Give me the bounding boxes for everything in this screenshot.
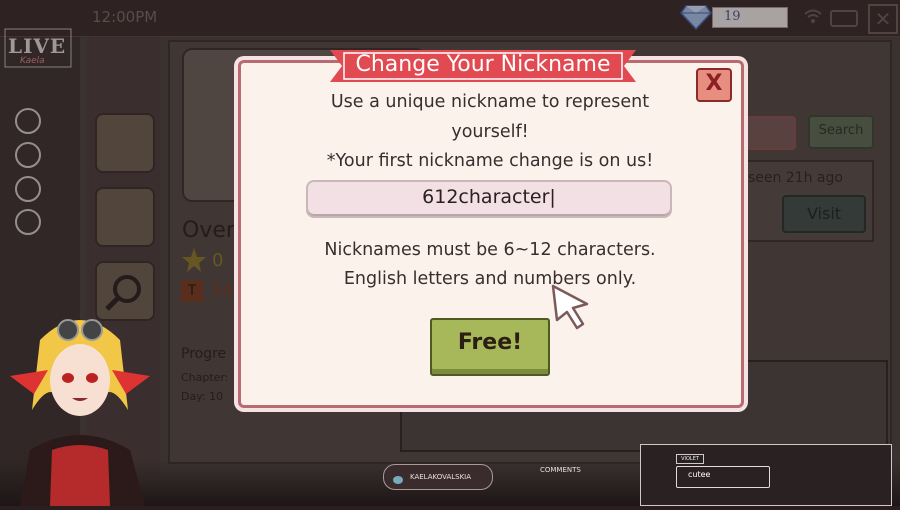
dialog-line-1: Use a unique nickname to represent — [330, 92, 650, 112]
pointer-cursor-icon — [549, 282, 591, 330]
free-button[interactable]: Free! — [430, 318, 550, 376]
rule-line-1: Nicknames must be 6~12 characters. — [324, 240, 656, 260]
nickname-input-value: 612character| — [422, 186, 556, 208]
dialog-line-3: *Your first nickname change is on us! — [326, 151, 654, 171]
vtuber-avatar — [0, 300, 160, 506]
chat-username: VIOLET — [676, 454, 704, 464]
rule-line-2: English letters and numbers only. — [343, 269, 637, 289]
dialog-title: Change Your Nickname — [355, 52, 611, 77]
chat-message: cutee — [688, 470, 711, 479]
twitter-bird-icon — [392, 470, 404, 484]
dialog-line-2: yourself! — [451, 122, 529, 142]
comments-label: COMMENTS — [540, 466, 581, 474]
